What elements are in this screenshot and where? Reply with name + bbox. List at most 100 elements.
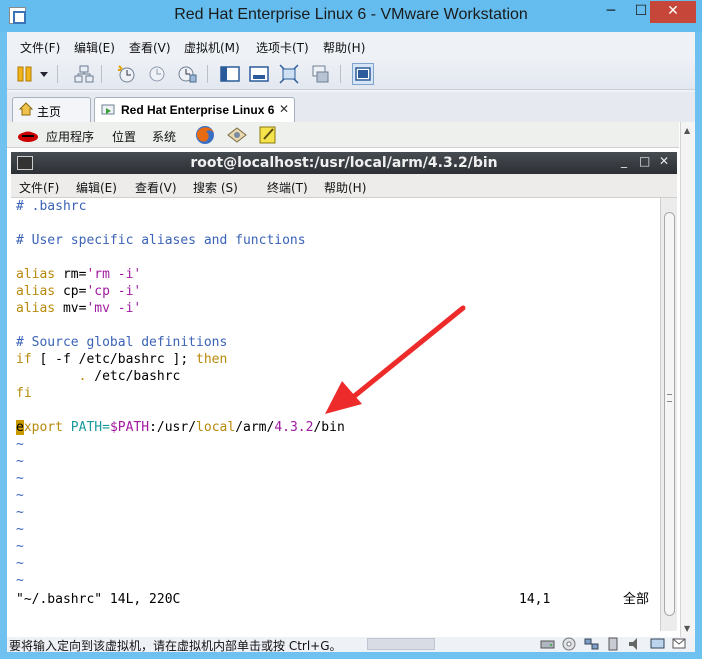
vim-status-file: "~/.bashrc" 14L, 220C (16, 592, 181, 607)
firefox-icon[interactable] (194, 124, 216, 149)
vim-empty-line: ~ (16, 471, 24, 486)
vim-empty-line: ~ (16, 573, 24, 588)
vim-string: 'rm -i' (86, 267, 142, 282)
vim-line: if [ -f /etc/bashrc ]; then (16, 351, 227, 368)
terminal-window[interactable]: root@localhost:/usr/local/arm/4.3.2/bin … (11, 152, 677, 637)
thumbnail-view-icon[interactable] (352, 63, 374, 85)
statusbar-message: 要将输入定向到该虚拟机，请在虚拟机内部单击或按 Ctrl+G。 (9, 639, 342, 653)
display-icon[interactable] (650, 637, 665, 651)
usb-device-icon[interactable] (606, 637, 621, 651)
vim-line: # User specific aliases and functions (16, 233, 306, 248)
manage-snapshots-icon[interactable] (177, 64, 197, 84)
tab-strip: 主页 Red Hat Enterprise Linux 6 ✕ (7, 92, 695, 122)
close-button[interactable]: ✕ (650, 1, 696, 23)
scroll-down-icon[interactable]: ▼ (684, 624, 690, 633)
menu-vm[interactable]: 虚拟机(M) (184, 39, 240, 56)
scroll-up-icon[interactable]: ▲ (684, 126, 690, 135)
panel-system[interactable]: 系统 (152, 128, 176, 145)
panel-applications[interactable]: 应用程序 (46, 128, 94, 145)
terminal-menu-edit[interactable]: 编辑(E) (76, 179, 117, 196)
menu-tabs[interactable]: 选项卡(T) (256, 39, 309, 56)
terminal-close-button[interactable]: ✕ (659, 154, 669, 168)
vim-line: . /etc/bashrc (16, 368, 181, 385)
dropdown-icon[interactable] (38, 64, 50, 84)
terminal-scrollbar-thumb[interactable] (664, 212, 675, 616)
messages-icon[interactable] (672, 637, 687, 651)
vim-empty-line: ~ (16, 522, 24, 537)
vim-string: 'mv -i' (86, 301, 142, 316)
minimize-button[interactable]: ─ (596, 1, 626, 23)
vim-text: cp= (55, 284, 87, 299)
window-titlebar[interactable]: Red Hat Enterprise Linux 6 - VMware Work… (0, 0, 702, 32)
terminal-minimize-button[interactable]: _ (621, 154, 627, 168)
vim-number: 4.3.2 (274, 420, 314, 435)
tab-home-label: 主页 (37, 105, 62, 119)
vim-line: alias rm='rm -i' (16, 266, 141, 283)
terminal-menubar: 文件(F) 编辑(E) 查看(V) 搜索 (S) 终端(T) 帮助(H) (11, 174, 677, 198)
vim-keyword: if (16, 352, 32, 367)
terminal-menu-help[interactable]: 帮助(H) (324, 179, 366, 196)
menu-view[interactable]: 查看(V) (129, 39, 171, 56)
scrollbar-grip (667, 394, 672, 402)
unity-icon[interactable] (310, 64, 330, 84)
revert-snapshot-icon[interactable] (147, 64, 167, 84)
vim-empty-line: ~ (16, 505, 24, 520)
menu-edit[interactable]: 编辑(E) (74, 39, 115, 56)
vim-text: :/usr/ (149, 420, 197, 435)
tab-home[interactable]: 主页 (12, 97, 91, 122)
vim-variable-ref: $PATH (109, 420, 150, 435)
vim-text: /bin (313, 420, 345, 435)
menu-file[interactable]: 文件(F) (20, 39, 60, 56)
cd-dvd-icon[interactable] (562, 637, 577, 651)
email-client-icon[interactable] (226, 125, 248, 148)
notes-editor-icon[interactable] (258, 125, 278, 148)
vim-keyword: alias (16, 267, 56, 282)
vim-string: 'cp -i' (86, 284, 142, 299)
tab-vm[interactable]: Red Hat Enterprise Linux 6 ✕ (94, 97, 295, 122)
gnome-top-panel: 应用程序 位置 系统 (7, 122, 679, 148)
terminal-menu-view[interactable]: 查看(V) (135, 179, 177, 196)
vim-line: alias mv='mv -i' (16, 300, 141, 317)
network-adapter-icon[interactable] (584, 637, 599, 651)
terminal-menu-terminal[interactable]: 终端(T) (267, 179, 308, 196)
tab-close-icon[interactable]: ✕ (279, 102, 289, 116)
hard-disk-icon[interactable] (540, 637, 555, 651)
guest-display[interactable]: 应用程序 位置 系统 ▲ ▼ root@localhost:/usr/local… (7, 122, 695, 637)
terminal-titlebar[interactable]: root@localhost:/usr/local/arm/4.3.2/bin … (11, 152, 677, 174)
quick-switch-icon[interactable] (249, 64, 269, 84)
terminal-maximize-button[interactable]: □ (639, 154, 650, 168)
vim-variable: PATH= (62, 420, 110, 435)
vim-text: rm= (55, 267, 87, 282)
pause-icon[interactable] (16, 64, 36, 84)
sound-card-icon[interactable] (628, 637, 643, 651)
vim-empty-line: ~ (16, 454, 24, 469)
fullscreen-icon[interactable] (279, 64, 299, 84)
toolbar-separator (340, 65, 341, 83)
vim-line: export PATH=$PATH:/usr/local/arm/4.3.2/b… (16, 419, 345, 436)
terminal-menu-search[interactable]: 搜索 (S) (193, 179, 238, 196)
vim-keyword: xport (23, 420, 63, 435)
guest-scrollbar[interactable]: ▲ ▼ (680, 122, 695, 637)
panel-places[interactable]: 位置 (112, 128, 136, 145)
menu-help[interactable]: 帮助(H) (323, 39, 365, 56)
redhat-logo-icon (17, 125, 39, 148)
vim-line: # Source global definitions (16, 335, 228, 350)
terminal-menu-file[interactable]: 文件(F) (19, 179, 59, 196)
toolbar-separator (57, 65, 58, 83)
vim-empty-line: ~ (16, 556, 24, 571)
vim-keyword: local (196, 420, 236, 435)
menubar: 文件(F) 编辑(E) 查看(V) 虚拟机(M) 选项卡(T) 帮助(H) (7, 34, 695, 58)
vim-text: /arm/ (235, 420, 275, 435)
window-frame: 文件(F) 编辑(E) 查看(V) 虚拟机(M) 选项卡(T) 帮助(H) 主页… (7, 32, 695, 653)
toolbar-separator (207, 65, 208, 83)
vim-editor[interactable]: # .bashrc # User specific aliases and fu… (11, 198, 659, 631)
terminal-scrollbar[interactable] (660, 198, 677, 631)
home-icon (18, 102, 34, 119)
snapshot-icon[interactable] (116, 64, 136, 84)
vim-status-all: 全部 (623, 592, 650, 607)
vim-text: mv= (55, 301, 87, 316)
console-view-icon[interactable] (220, 64, 240, 84)
vim-line: fi (16, 386, 32, 401)
toolbar (7, 58, 695, 90)
network-icon[interactable] (74, 64, 94, 84)
